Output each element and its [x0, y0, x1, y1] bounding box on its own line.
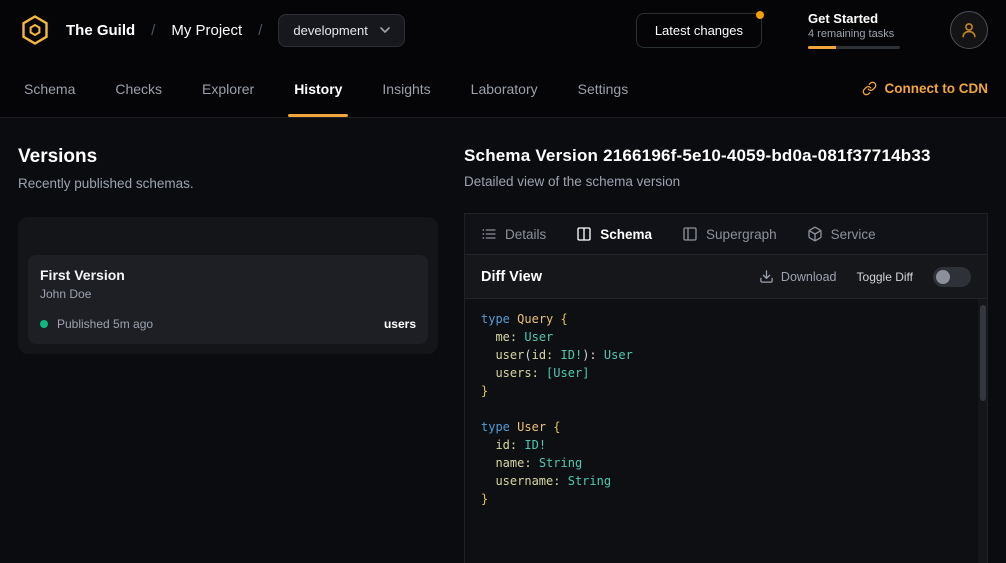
user-icon	[960, 21, 978, 39]
code-line: me: User	[481, 328, 971, 346]
columns-icon	[576, 226, 592, 242]
download-button[interactable]: Download	[759, 269, 837, 284]
tab-insights[interactable]: Insights	[376, 60, 436, 117]
connect-cdn-button[interactable]: Connect to CDN	[862, 60, 989, 117]
tab-laboratory[interactable]: Laboratory	[465, 60, 544, 117]
published-dot-icon	[40, 320, 48, 328]
tab-explorer[interactable]: Explorer	[196, 60, 260, 117]
diff-view-title: Diff View	[481, 269, 542, 285]
app-header: The Guild / My Project / development Lat…	[0, 0, 1006, 60]
tab-supergraph-label: Supergraph	[706, 227, 777, 242]
code-line: users: [User]	[481, 364, 971, 382]
tab-service[interactable]: Service	[807, 226, 876, 242]
tab-history[interactable]: History	[288, 60, 348, 117]
schema-version-title: Schema Version 2166196f-5e10-4059-bd0a-0…	[464, 146, 988, 166]
version-detail-panel: Details Schema Supergraph	[464, 213, 988, 563]
header-right: Latest changes Get Started 4 remaining t…	[636, 11, 988, 49]
version-author: John Doe	[40, 287, 416, 301]
tab-details-label: Details	[505, 227, 546, 242]
get-started-progress-fill	[808, 46, 836, 49]
versions-column: Versions Recently published schemas. Fir…	[18, 118, 438, 563]
toggle-knob	[936, 270, 950, 284]
main-nav: Schema Checks Explorer History Insights …	[0, 60, 1006, 118]
versions-list-card: First Version John Doe Published 5m ago …	[18, 217, 438, 354]
get-started-title: Get Started	[808, 11, 906, 26]
tab-details[interactable]: Details	[481, 226, 546, 242]
breadcrumb-separator: /	[151, 22, 155, 39]
environment-select-value: development	[293, 23, 367, 38]
tab-service-label: Service	[831, 227, 876, 242]
tab-supergraph[interactable]: Supergraph	[682, 226, 777, 242]
code-scrollbar-thumb[interactable]	[980, 305, 986, 401]
toggle-diff-label: Toggle Diff	[857, 270, 913, 284]
code-line: name: String	[481, 454, 971, 472]
code-line: }	[481, 382, 971, 400]
chevron-down-icon	[380, 27, 390, 33]
code-content: type Query { me: User user(id: ID!): Use…	[481, 310, 971, 508]
user-avatar[interactable]	[950, 11, 988, 49]
main-content: Versions Recently published schemas. Fir…	[0, 118, 1006, 563]
tab-schema[interactable]: Schema	[18, 60, 81, 117]
code-line: user(id: ID!): User	[481, 346, 971, 364]
latest-changes-label: Latest changes	[655, 23, 743, 38]
hive-logo[interactable]	[18, 13, 52, 47]
connect-cdn-label: Connect to CDN	[885, 81, 989, 96]
tab-checks[interactable]: Checks	[109, 60, 168, 117]
tab-settings[interactable]: Settings	[572, 60, 635, 117]
schema-code-viewer[interactable]: type Query { me: User user(id: ID!): Use…	[465, 299, 987, 563]
code-line	[481, 400, 971, 418]
tab-schema-detail[interactable]: Schema	[576, 226, 652, 242]
notification-dot-icon	[756, 11, 764, 19]
code-scrollbar[interactable]	[978, 299, 987, 563]
code-line: type User {	[481, 418, 971, 436]
latest-changes-button[interactable]: Latest changes	[636, 13, 762, 48]
org-name[interactable]: The Guild	[66, 22, 135, 39]
tab-schema-detail-label: Schema	[600, 227, 652, 242]
version-status-row: Published 5m ago users	[40, 317, 416, 331]
versions-title: Versions	[18, 146, 438, 168]
link-icon	[862, 81, 877, 96]
schema-version-subtitle: Detailed view of the schema version	[464, 174, 988, 189]
detail-tab-bar: Details Schema Supergraph	[465, 214, 987, 255]
version-status: Published 5m ago	[57, 317, 153, 331]
get-started-widget[interactable]: Get Started 4 remaining tasks	[808, 11, 906, 49]
list-icon	[481, 226, 497, 242]
layout-icon	[682, 226, 698, 242]
toggle-diff-switch[interactable]	[933, 267, 971, 287]
diff-toolbar-actions: Download Toggle Diff	[759, 267, 971, 287]
hive-logo-icon	[19, 14, 51, 46]
environment-select[interactable]: development	[278, 14, 404, 47]
project-name[interactable]: My Project	[171, 22, 242, 39]
breadcrumb-separator: /	[258, 22, 262, 39]
code-line: type Query {	[481, 310, 971, 328]
download-label: Download	[781, 270, 837, 284]
code-line: id: ID!	[481, 436, 971, 454]
version-detail-column: Schema Version 2166196f-5e10-4059-bd0a-0…	[464, 118, 988, 563]
code-line: }	[481, 490, 971, 508]
version-list-item[interactable]: First Version John Doe Published 5m ago …	[28, 255, 428, 344]
get-started-subtitle: 4 remaining tasks	[808, 28, 906, 40]
get-started-progress-bar	[808, 46, 900, 49]
code-line: username: String	[481, 472, 971, 490]
version-service-badge: users	[384, 317, 416, 331]
version-name: First Version	[40, 267, 416, 283]
download-icon	[759, 269, 774, 284]
box-icon	[807, 226, 823, 242]
diff-toolbar: Diff View Download Toggle Diff	[465, 255, 987, 299]
versions-subtitle: Recently published schemas.	[18, 176, 438, 191]
